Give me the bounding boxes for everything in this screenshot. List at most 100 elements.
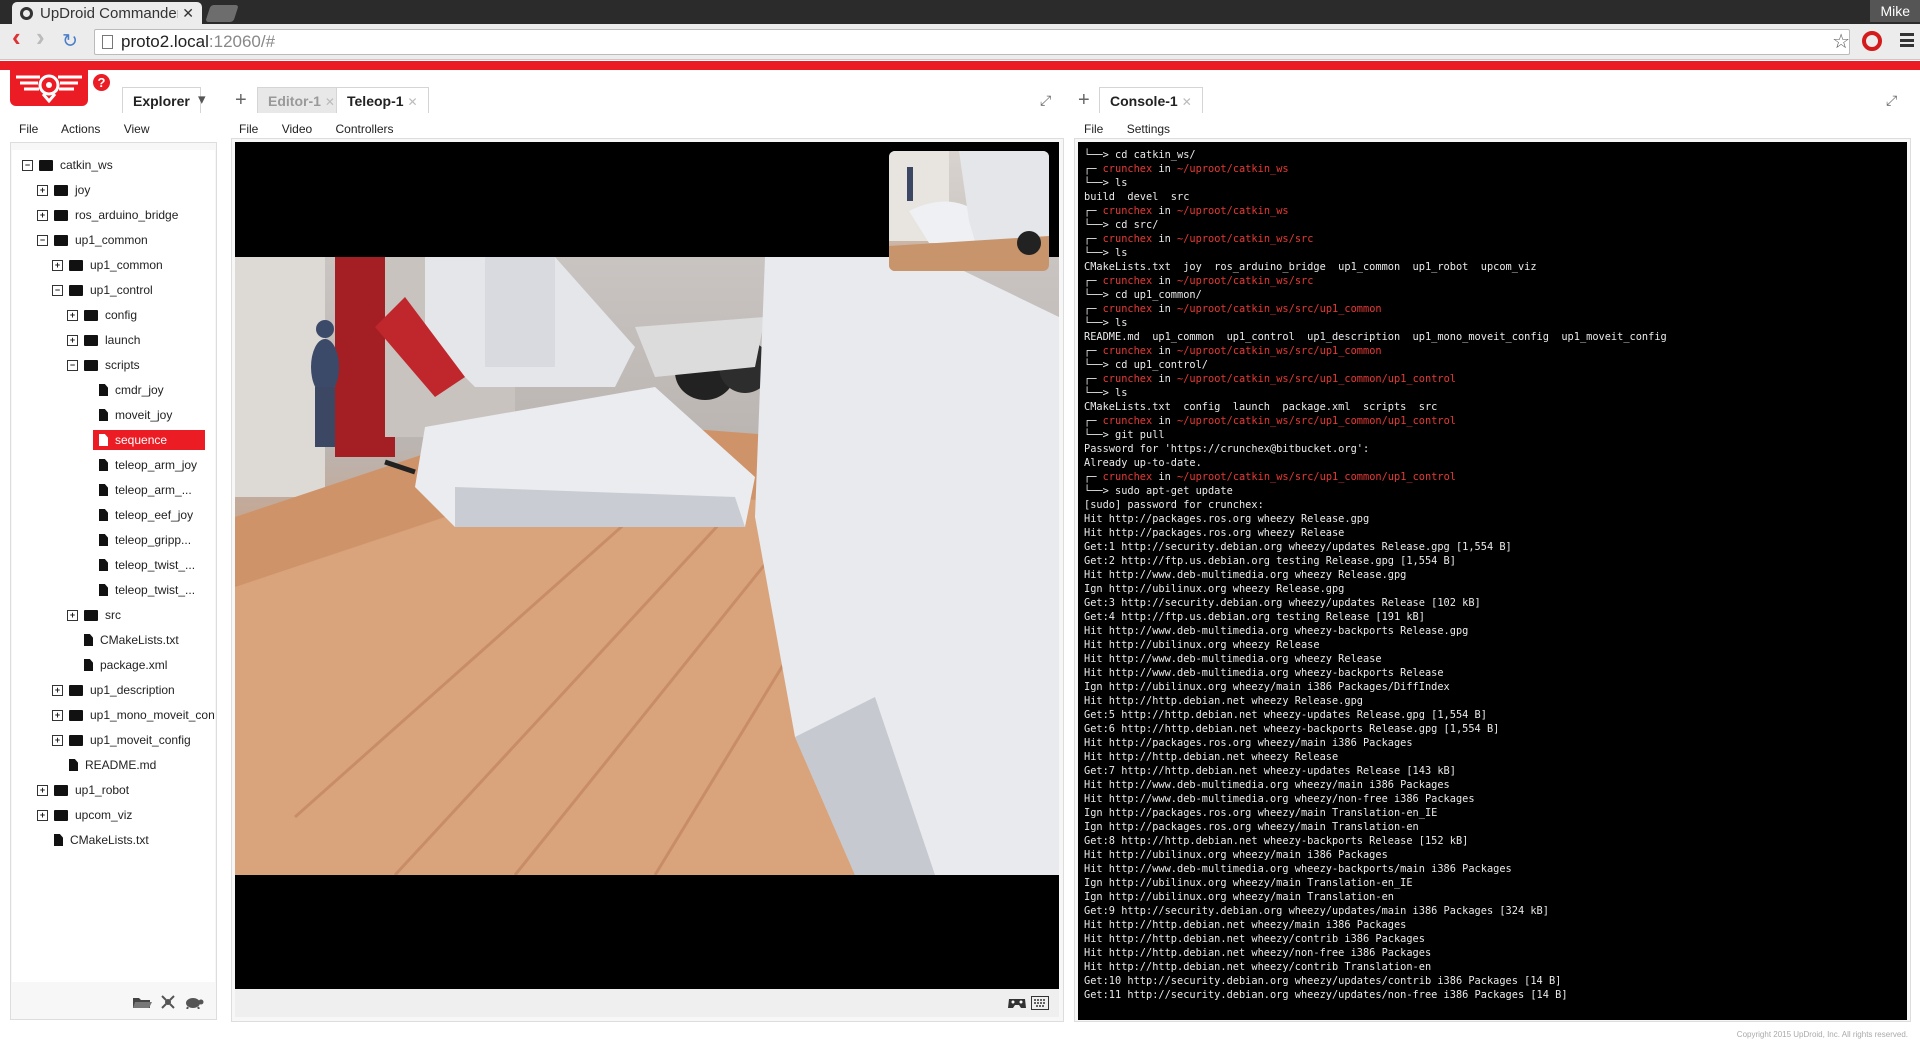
close-icon[interactable]: ✕ (325, 95, 335, 109)
tree-file[interactable]: CMakeLists.txt (54, 830, 149, 850)
terminal-line: Get:6 http://http.debian.net wheezy-back… (1084, 722, 1901, 736)
tree-folder[interactable]: + up1_moveit_config (52, 730, 191, 750)
back-icon[interactable]: ‹ (12, 24, 21, 50)
tree-folder[interactable]: + launch (67, 330, 140, 350)
tree-folder[interactable]: + joy (37, 180, 90, 200)
tab-console-1-label: Console-1 (1110, 93, 1178, 109)
expand-icon[interactable]: + (52, 734, 63, 746)
opera-extension-icon[interactable] (1862, 31, 1882, 51)
tree-file[interactable]: CMakeLists.txt (84, 630, 179, 650)
terminal-output[interactable]: └──> cd catkin_ws/┌─ crunchex in ~/uproo… (1078, 142, 1907, 1020)
tree-file[interactable]: package.xml (84, 655, 167, 675)
updroid-logo[interactable] (10, 70, 88, 106)
expand-icon[interactable]: + (37, 784, 48, 796)
tree-folder[interactable]: + up1_description (52, 680, 175, 700)
gamepad-icon[interactable] (1007, 996, 1027, 1010)
console-menu-settings[interactable]: Settings (1127, 122, 1170, 136)
tree-file[interactable]: teleop_arm_... (99, 480, 192, 500)
expand-icon[interactable]: + (37, 809, 48, 821)
tree-file[interactable]: teleop_twist_... (99, 555, 195, 575)
tree-folder[interactable]: + src (67, 605, 121, 625)
expand-icon[interactable]: + (37, 184, 48, 196)
console-menu-file[interactable]: File (1084, 122, 1103, 136)
chevron-down-icon[interactable]: ▾ (198, 90, 206, 108)
tab-editor-1[interactable]: Editor-1 ✕ (257, 87, 346, 113)
close-icon[interactable]: ✕ (1182, 95, 1192, 109)
keyboard-icon[interactable] (1031, 996, 1049, 1010)
tree-file[interactable]: sequence (93, 430, 205, 450)
explorer-menu-file[interactable]: File (19, 122, 38, 136)
expand-icon[interactable]: + (67, 609, 78, 621)
tree-item-label: up1_mono_moveit_config (90, 708, 215, 722)
new-tab-button[interactable] (205, 5, 239, 22)
turtle-icon[interactable] (184, 995, 204, 1009)
workspace-icon[interactable] (160, 994, 176, 1010)
terminal-text: Hit http://www.deb-multimedia.org wheezy… (1084, 863, 1512, 875)
teleop-menu-controllers[interactable]: Controllers (336, 122, 394, 136)
tree-file[interactable]: moveit_joy (99, 405, 172, 425)
collapse-icon[interactable]: − (67, 359, 78, 371)
folder-open-icon[interactable] (132, 995, 152, 1009)
tree-folder[interactable]: + up1_mono_moveit_config (52, 705, 215, 725)
expand-icon[interactable]: + (52, 709, 63, 721)
tab-explorer[interactable]: Explorer (122, 87, 201, 113)
collapse-icon[interactable]: − (52, 284, 63, 296)
expand-icon[interactable]: + (52, 259, 63, 271)
terminal-text: Hit http://packages.ros.org wheezy/main … (1084, 737, 1413, 749)
terminal-text: Hit http://http.debian.net wheezy/contri… (1084, 933, 1425, 945)
tree-item-label: teleop_twist_... (115, 558, 196, 572)
tree-folder[interactable]: − up1_common (37, 230, 148, 250)
tab-console-1[interactable]: Console-1 ✕ (1099, 87, 1203, 113)
tree-file[interactable]: teleop_eef_joy (99, 505, 193, 525)
terminal-prompt-text: crunchex (1102, 373, 1153, 385)
expand-icon[interactable]: + (67, 334, 78, 346)
terminal-text: Ign http://packages.ros.org wheezy/main … (1084, 807, 1438, 819)
tab-teleop-1[interactable]: Teleop-1 ✕ (336, 87, 429, 113)
browser-tab[interactable]: UpDroid Commander ✕ (12, 2, 202, 24)
tree-folder[interactable]: − catkin_ws (22, 155, 113, 175)
maximize-console-icon[interactable]: ⤢ (1886, 92, 1897, 109)
add-tab-center-icon[interactable]: + (235, 90, 247, 110)
secondary-camera-inset[interactable] (889, 151, 1049, 271)
forward-icon[interactable]: › (36, 24, 45, 50)
browser-menu-icon[interactable] (1900, 33, 1914, 47)
tree-folder[interactable]: + config (67, 305, 137, 325)
add-tab-console-icon[interactable]: + (1078, 90, 1090, 110)
tree-file[interactable]: README.md (69, 755, 156, 775)
tree-file[interactable]: cmdr_joy (99, 380, 164, 400)
close-tab-icon[interactable]: ✕ (182, 5, 194, 22)
tree-folder[interactable]: − scripts (67, 355, 140, 375)
expand-icon[interactable]: + (52, 684, 63, 696)
explorer-menu-actions[interactable]: Actions (61, 122, 100, 136)
reload-icon[interactable]: ↻ (62, 32, 78, 52)
address-bar[interactable]: proto2.local:12060/# (94, 29, 1850, 55)
tree-folder[interactable]: + ros_arduino_bridge (37, 205, 178, 225)
bookmark-star-icon[interactable]: ☆ (1832, 29, 1850, 54)
collapse-icon[interactable]: − (37, 234, 48, 246)
tree-folder[interactable]: + up1_common (52, 255, 163, 275)
close-icon[interactable]: ✕ (408, 95, 418, 109)
terminal-text: └──> ls (1084, 177, 1128, 189)
tree-file[interactable]: teleop_arm_joy (99, 455, 197, 475)
terminal-text: Get:10 http://security.debian.org wheezy… (1084, 975, 1562, 987)
explorer-menu-view[interactable]: View (124, 122, 150, 136)
expand-icon[interactable]: + (67, 309, 78, 321)
expand-icon[interactable]: + (37, 209, 48, 221)
terminal-text: in (1152, 471, 1178, 483)
folder-icon (54, 784, 68, 796)
tree-folder[interactable]: + up1_robot (37, 780, 129, 800)
terminal-line: ┌─ crunchex in ~/uproot/catkin_ws/src/up… (1084, 372, 1901, 386)
help-icon[interactable]: ? (93, 74, 110, 91)
collapse-icon[interactable]: − (22, 159, 33, 171)
terminal-text: Hit http://http.debian.net wheezy Releas… (1084, 695, 1363, 707)
tree-folder[interactable]: − up1_control (52, 280, 153, 300)
video-feed[interactable] (235, 142, 1059, 989)
teleop-menu-file[interactable]: File (239, 122, 258, 136)
tree-folder[interactable]: + upcom_viz (37, 805, 132, 825)
tree-file[interactable]: teleop_gripp... (99, 530, 191, 550)
profile-user[interactable]: Mike (1870, 0, 1920, 22)
folder-icon (84, 609, 98, 621)
teleop-menu-video[interactable]: Video (282, 122, 312, 136)
maximize-center-icon[interactable]: ⤢ (1040, 92, 1051, 109)
tree-file[interactable]: teleop_twist_... (99, 580, 195, 600)
